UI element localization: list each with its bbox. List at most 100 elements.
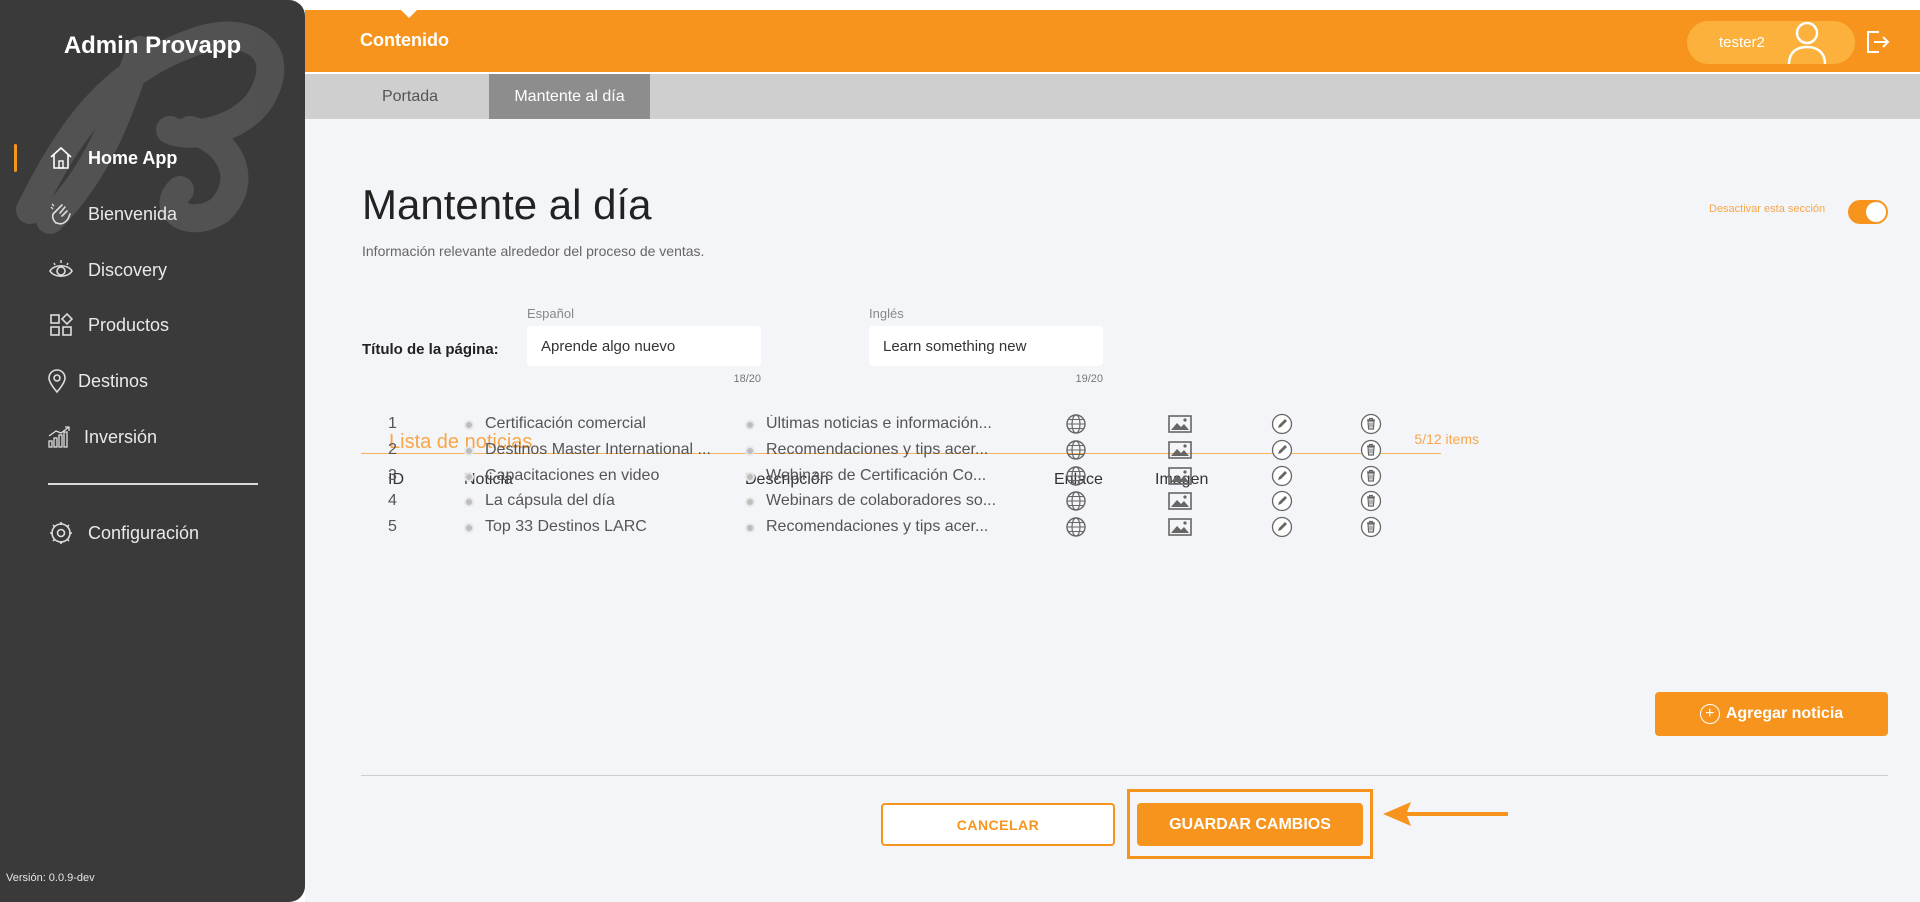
english-char-counter: 19/20	[1075, 373, 1103, 385]
version-label: Versión: 0.0.9-dev	[6, 872, 95, 884]
bullet-icon	[745, 497, 755, 507]
bullet-icon	[464, 420, 474, 430]
row-description: Recomendaciones y tips acer...	[766, 518, 989, 535]
tab-bar: Portada Mantente al día	[305, 74, 1920, 119]
spanish-char-counter: 18/20	[733, 373, 761, 385]
row-title: La cápsula del día	[485, 492, 615, 509]
title-english-input[interactable]	[869, 326, 1103, 366]
home-icon	[48, 145, 74, 171]
delete-icon[interactable]	[1359, 438, 1383, 462]
globe-link-icon[interactable]	[1064, 412, 1088, 436]
sidebar-item-home-app[interactable]: Home App	[0, 138, 305, 178]
sidebar-item-label: Home App	[88, 147, 178, 168]
bullet-icon	[745, 472, 755, 482]
bottom-divider	[361, 775, 1888, 776]
edit-icon[interactable]	[1270, 438, 1294, 462]
sidebar-item-label: Discovery	[88, 259, 168, 280]
top-bar: Contenido tester2	[305, 9, 1920, 72]
delete-icon[interactable]	[1359, 464, 1383, 488]
tab-portada[interactable]: Portada	[345, 74, 475, 119]
active-indicator	[14, 144, 17, 172]
image-icon[interactable]	[1168, 515, 1192, 539]
edit-icon[interactable]	[1270, 489, 1294, 513]
image-icon[interactable]	[1168, 412, 1192, 436]
user-menu[interactable]: tester2	[1687, 21, 1855, 65]
logout-icon[interactable]	[1863, 28, 1891, 56]
row-description: Últimas noticias e información...	[766, 415, 992, 432]
sidebar: Admin Provapp Home App Bienvenida Discov…	[0, 0, 305, 902]
username: tester2	[1719, 34, 1765, 51]
section-toggle[interactable]	[1848, 200, 1888, 224]
plus-icon: +	[1699, 704, 1720, 724]
row-description: Recomendaciones y tips acer...	[766, 441, 989, 458]
english-label: Inglés	[869, 306, 904, 321]
row-description: Webinars de Certificación Co...	[766, 467, 987, 484]
row-title: Destinos Master International ...	[485, 441, 711, 458]
wave-hand-icon	[48, 201, 74, 227]
page-title: Mantente al día	[362, 181, 652, 228]
edit-icon[interactable]	[1270, 464, 1294, 488]
location-pin-icon	[44, 368, 70, 394]
page-title-label: Título de la página:	[362, 341, 499, 358]
eye-icon	[48, 257, 74, 283]
sidebar-divider	[48, 483, 258, 485]
bullet-icon	[745, 446, 755, 456]
page-subtitle: Información relevante alrededor del proc…	[362, 243, 705, 259]
sidebar-item-bienvenida[interactable]: Bienvenida	[0, 194, 305, 234]
bullet-icon	[464, 446, 474, 456]
sidebar-item-label: Configuración	[88, 522, 200, 543]
save-changes-button[interactable]: GUARDAR CAMBIOS	[1137, 803, 1363, 846]
sidebar-item-label: Bienvenida	[88, 203, 178, 224]
row-id: 2	[388, 441, 397, 458]
globe-link-icon[interactable]	[1064, 515, 1088, 539]
cancel-button[interactable]: CANCELAR	[881, 803, 1115, 846]
sidebar-item-configuracion[interactable]: Configuración	[0, 513, 305, 553]
add-news-label: Agregar noticia	[1725, 705, 1844, 722]
delete-icon[interactable]	[1359, 412, 1383, 436]
grid-icon	[48, 312, 74, 338]
bullet-icon	[464, 523, 474, 533]
bullet-icon	[464, 497, 474, 507]
edit-icon[interactable]	[1270, 515, 1294, 539]
globe-link-icon[interactable]	[1064, 464, 1088, 488]
row-id: 5	[388, 518, 397, 535]
bullet-icon	[745, 523, 755, 533]
toggle-label: Desactivar esta sección	[1709, 203, 1826, 215]
caret-indicator	[400, 9, 418, 18]
toggle-knob	[1866, 202, 1886, 222]
title-spanish-input[interactable]	[527, 326, 761, 366]
pointer-arrow-icon	[1383, 802, 1508, 826]
bar-chart-icon	[46, 424, 72, 450]
delete-icon[interactable]	[1359, 489, 1383, 513]
row-title: Certificación comercial	[485, 415, 646, 432]
sidebar-item-destinos[interactable]: Destinos	[0, 361, 305, 401]
sidebar-item-productos[interactable]: Productos	[0, 305, 305, 345]
app-title: Admin Provapp	[63, 32, 242, 59]
section-title: Contenido	[360, 30, 449, 50]
image-icon[interactable]	[1168, 489, 1192, 513]
gear-icon	[48, 520, 74, 546]
row-title: Top 33 Destinos LARC	[485, 518, 647, 535]
row-id: 4	[388, 492, 397, 509]
news-list-count: 5/12 items	[1414, 431, 1479, 447]
row-id: 3	[388, 467, 397, 484]
bullet-icon	[464, 472, 474, 482]
sidebar-item-inversion[interactable]: Inversión	[0, 417, 305, 457]
row-id: 1	[388, 415, 397, 432]
user-avatar-icon	[1787, 21, 1827, 65]
row-title: Capacitaciones en video	[485, 467, 660, 484]
tab-mantente-al-dia[interactable]: Mantente al día	[489, 74, 650, 119]
sidebar-item-label: Destinos	[78, 370, 149, 391]
globe-link-icon[interactable]	[1064, 438, 1088, 462]
main-content: Mantente al día Información relevante al…	[305, 119, 1920, 902]
sidebar-item-discovery[interactable]: Discovery	[0, 250, 305, 290]
spanish-label: Español	[527, 306, 574, 321]
edit-icon[interactable]	[1270, 412, 1294, 436]
row-description: Webinars de colaboradores so...	[766, 492, 997, 509]
image-icon[interactable]	[1168, 464, 1192, 488]
globe-link-icon[interactable]	[1064, 489, 1088, 513]
add-news-button[interactable]: + Agregar noticia	[1655, 692, 1888, 736]
image-icon[interactable]	[1168, 438, 1192, 462]
delete-icon[interactable]	[1359, 515, 1383, 539]
sidebar-item-label: Inversión	[84, 426, 158, 447]
